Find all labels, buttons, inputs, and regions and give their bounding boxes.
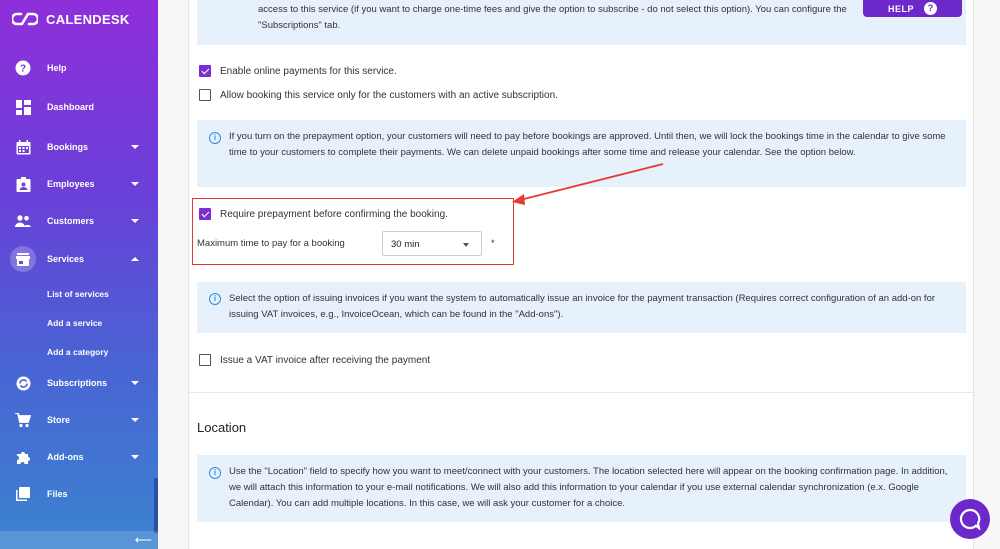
prepayment-label: Require prepayment before confirming the… [220,208,448,220]
prepayment-row[interactable]: Require prepayment before confirming the… [199,208,448,220]
max-time-select[interactable]: 30 min [382,231,482,256]
subscription-info-box: access to this service (if you want to c… [197,0,966,45]
sidebar-item-label: Dashboard [47,102,95,112]
chat-icon [959,508,981,530]
logo-icon [12,12,38,26]
chevron-up-icon [131,257,139,261]
chevron-down-icon [463,243,469,247]
invoice-info-text: Select the option of issuing invoices if… [229,293,936,320]
sidebar-subitem-add-category[interactable]: Add a category [47,347,108,357]
question-icon: ? [924,2,937,15]
sidebar-item-employees[interactable]: Employees [0,168,158,200]
sidebar-item-services[interactable]: Services [0,243,158,275]
subscription-only-label: Allow booking this service only for the … [220,89,558,101]
location-section-title: Location [197,420,247,435]
settings-card: access to this service (if you want to c… [188,0,975,549]
sidebar-subitem-add-service[interactable]: Add a service [47,318,102,328]
sidebar-item-bookings[interactable]: Bookings [0,131,158,163]
chevron-down-icon [131,182,139,186]
calendar-icon [14,138,32,156]
max-time-value: 30 min [391,239,420,250]
files-icon [14,485,32,503]
sidebar-footer: ⟵ [0,531,158,549]
main-content: access to this service (if you want to c… [158,0,1000,549]
vat-invoice-label: Issue a VAT invoice after receiving the … [220,354,431,366]
sidebar-item-label: Help [47,63,67,73]
subscription-only-checkbox[interactable] [199,89,211,101]
sidebar-subitem-list-of-services[interactable]: List of services [47,289,109,299]
people-icon [14,212,32,230]
sidebar-item-label: Employees [47,179,95,189]
vat-invoice-checkbox[interactable] [199,354,211,366]
chevron-down-icon [131,145,139,149]
sidebar-item-files[interactable]: Files [0,478,158,510]
arrow-left-icon[interactable]: ⟵ [135,533,152,547]
sidebar-item-label: Subscriptions [47,378,108,388]
location-info-text: Use the "Location" field to specify how … [229,466,948,509]
chevron-down-icon [131,219,139,223]
sidebar-item-label: Add-ons [47,452,84,462]
required-marker: * [491,238,495,249]
sidebar-item-dashboard[interactable]: Dashboard [0,91,158,123]
online-payments-row[interactable]: Enable online payments for this service. [199,65,397,77]
employee-badge-icon [14,175,32,193]
cart-icon [14,411,32,429]
sidebar-item-subscriptions[interactable]: Subscriptions [0,367,158,399]
subscriptions-icon [14,374,32,392]
help-icon: ? [14,59,32,77]
info-icon: i [209,293,221,305]
sidebar-item-label: Bookings [47,142,89,152]
sidebar-item-customers[interactable]: Customers [0,205,158,237]
sidebar-item-help[interactable]: ? Help [0,52,158,84]
chevron-down-icon [131,455,139,459]
vat-invoice-row[interactable]: Issue a VAT invoice after receiving the … [199,354,430,366]
prepayment-info-text: If you turn on the prepayment option, yo… [229,131,946,158]
prepayment-info-box: i If you turn on the prepayment option, … [197,120,966,187]
invoice-info-box: i Select the option of issuing invoices … [197,282,966,333]
chat-launcher-button[interactable] [950,499,990,539]
help-button-label: HELP [887,3,914,14]
info-icon: i [209,132,221,144]
online-payments-checkbox[interactable] [199,65,211,77]
dashboard-icon [14,98,32,116]
svg-text:?: ? [20,64,26,75]
sidebar-item-label: Services [47,254,85,264]
storefront-icon [10,246,36,272]
max-time-label: Maximum time to pay for a booking [197,238,345,249]
sidebar-item-label: Store [47,415,71,425]
app-name: CALENDESK [46,11,130,27]
info-icon: i [209,467,221,479]
subscription-only-row[interactable]: Allow booking this service only for the … [199,89,558,101]
chevron-down-icon [131,418,139,422]
section-divider [189,392,975,393]
sidebar-item-label: Files [47,489,68,499]
sidebar-item-store[interactable]: Store [0,404,158,436]
help-button[interactable]: HELP ? [863,0,962,17]
sidebar-item-add-ons[interactable]: Add-ons [0,441,158,473]
subscription-info-text: access to this service (if you want to c… [258,4,847,31]
sidebar-item-label: Customers [47,216,95,226]
app-logo[interactable]: CALENDESK [12,11,130,27]
puzzle-icon [14,448,32,466]
sidebar: CALENDESK ? Help Dashboard Bookings Empl… [0,0,158,549]
location-info-box: i Use the "Location" field to specify ho… [197,455,966,522]
prepayment-checkbox[interactable] [199,208,211,220]
online-payments-label: Enable online payments for this service. [220,65,397,77]
chevron-down-icon [131,381,139,385]
